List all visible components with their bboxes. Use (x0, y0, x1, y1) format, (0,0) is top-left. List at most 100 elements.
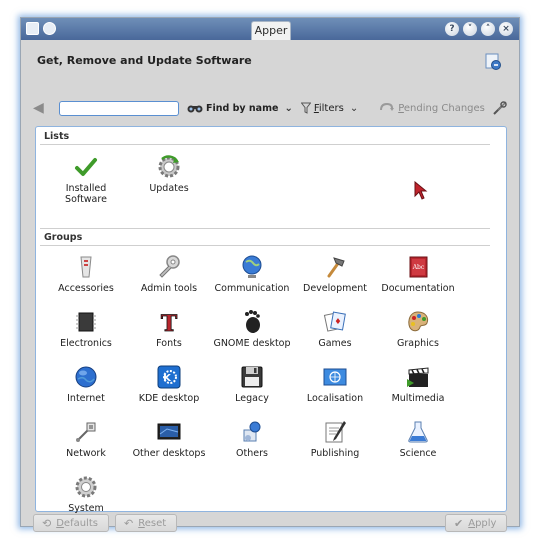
pin-icon[interactable] (43, 22, 56, 35)
group-label: Internet (67, 393, 105, 404)
group-accessories[interactable]: Accessories (44, 253, 128, 294)
group-label: Network (66, 448, 106, 459)
maximize-icon[interactable]: ˄ (481, 22, 495, 36)
group-admin-tools[interactable]: Admin tools (127, 253, 211, 294)
close-icon[interactable]: × (499, 22, 513, 36)
window-title: Apper (251, 21, 291, 40)
group-label: GNOME desktop (213, 338, 291, 349)
monitor-icon (157, 423, 181, 440)
apply-check-icon: ✔ (454, 516, 464, 530)
reset-button[interactable]: ↶ Reset (115, 514, 177, 532)
mouse-cursor-icon (414, 181, 428, 200)
chevron-down-icon[interactable]: ⌄ (284, 103, 292, 114)
group-kde-desktop[interactable]: K KDE desktop (127, 363, 211, 404)
reset-icon: ↶ (124, 516, 134, 530)
list-item-updates[interactable]: Updates (127, 153, 211, 194)
group-label: Fonts (156, 338, 182, 349)
groups-section-title: Groups (44, 232, 83, 243)
group-other-desktops[interactable]: Other desktops (127, 418, 211, 459)
funnel-icon (300, 102, 311, 114)
group-label: Other desktops (132, 448, 206, 459)
un-flag-icon (323, 368, 347, 386)
group-label: Development (303, 283, 367, 294)
chip-icon (76, 312, 96, 332)
pending-changes-button[interactable]: Pending Changes (380, 102, 485, 114)
accessories-icon (80, 256, 92, 278)
group-fonts[interactable]: T T Fonts (127, 308, 211, 349)
group-legacy[interactable]: Legacy (210, 363, 294, 404)
svg-text:T: T (161, 311, 178, 336)
publishing-icon (325, 421, 346, 443)
find-by-name-button[interactable]: Find by name ⌄ (187, 102, 293, 114)
group-internet[interactable]: Internet (44, 363, 128, 404)
group-multimedia[interactable]: Multimedia (376, 363, 460, 404)
defaults-icon: ⟲ (42, 516, 52, 530)
defaults-label: Defaults (56, 517, 98, 529)
svg-text:♦: ♦ (334, 317, 341, 326)
group-label: Others (236, 448, 268, 459)
groups-divider-top (40, 228, 490, 229)
defaults-button[interactable]: ⟲ Defaults (33, 514, 109, 532)
group-communication[interactable]: Communication (210, 253, 294, 294)
reset-label: Reset (138, 517, 167, 529)
group-publishing[interactable]: Publishing (293, 418, 377, 459)
group-label: Localisation (306, 393, 364, 404)
title-bar-right-buttons: ? ˅ ˄ × (445, 22, 513, 36)
search-input[interactable] (59, 100, 179, 116)
back-arrow-icon[interactable]: ◀ (33, 100, 49, 116)
tools-icon[interactable] (491, 99, 509, 117)
footer-buttons: ⟲ Defaults ↶ Reset ✔ Apply (33, 514, 509, 534)
filters-chevron-icon: ⌄ (349, 102, 359, 114)
group-label: Science (399, 448, 437, 459)
cards-icon: ♦ (323, 311, 346, 332)
group-label: Games (318, 338, 352, 349)
group-label: Legacy (235, 393, 269, 404)
communication-globe-icon (242, 255, 262, 278)
list-item-label: Updates (149, 183, 189, 194)
group-gnome-desktop[interactable]: GNOME desktop (210, 308, 294, 349)
group-science[interactable]: Science (376, 418, 460, 459)
toolbar: ◀ Find by name ⌄ Filters ⌄ Pending Chang… (33, 96, 509, 120)
group-label: Graphics (397, 338, 439, 349)
group-label: KDE desktop (138, 393, 200, 404)
group-label: Admin tools (140, 283, 198, 294)
help-icon[interactable]: ? (445, 22, 459, 36)
system-gear-icon (75, 476, 97, 498)
admin-tools-icon (159, 255, 180, 278)
apply-label: Apply (468, 517, 497, 529)
group-graphics[interactable]: Graphics (376, 308, 460, 349)
group-label: Communication (214, 283, 290, 294)
filters-button[interactable]: Filters ⌄ (300, 102, 359, 114)
group-network[interactable]: Network (44, 418, 128, 459)
app-menu-icon[interactable] (26, 22, 39, 35)
lists-section-title: Lists (44, 131, 70, 142)
group-label: Documentation (381, 283, 455, 294)
group-documentation[interactable]: Abc Documentation (376, 253, 460, 294)
apply-button[interactable]: ✔ Apply (445, 514, 507, 532)
title-bar[interactable]: Apper ? ˅ ˄ × (21, 18, 519, 40)
updates-gear-icon (158, 155, 180, 178)
pending-changes-icon (380, 102, 395, 111)
find-by-name-label: Find by name (206, 102, 279, 114)
apper-window: Apper ? ˅ ˄ × Get, Remove and Update Sof… (20, 17, 520, 532)
group-development[interactable]: Development (293, 253, 377, 294)
svg-text:K: K (163, 373, 172, 384)
package-settings-icon[interactable] (483, 52, 503, 72)
flask-icon (408, 421, 428, 443)
group-localisation[interactable]: Localisation (293, 363, 377, 404)
filters-label: Filters (313, 102, 344, 114)
group-system[interactable]: System (44, 473, 128, 514)
group-electronics[interactable]: Electronics (44, 308, 128, 349)
software-panel: Lists Installed Software Updates Groups … (35, 126, 507, 514)
minimize-icon[interactable]: ˅ (463, 22, 477, 36)
binoculars-icon (187, 105, 203, 113)
groups-divider (40, 245, 490, 246)
pending-changes-label: Pending Changes (398, 102, 485, 114)
internet-globe-icon (75, 366, 97, 388)
group-others[interactable]: Others (210, 418, 294, 459)
window-content: Get, Remove and Update Software ◀ Find b… (21, 40, 519, 532)
page-title: Get, Remove and Update Software (37, 54, 252, 67)
lists-divider (40, 144, 490, 145)
group-games[interactable]: ♦ Games (293, 308, 377, 349)
list-item-installed-software[interactable]: Installed Software (44, 153, 128, 205)
